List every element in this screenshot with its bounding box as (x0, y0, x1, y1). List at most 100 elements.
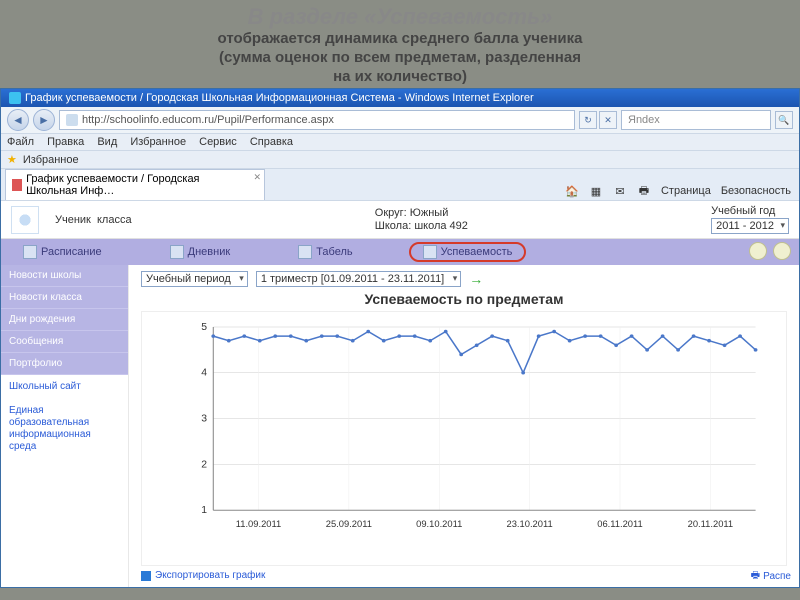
nav-diary-label: Дневник (188, 246, 231, 258)
menu-help[interactable]: Справка (250, 136, 293, 148)
window-title: График успеваемости / Городская Школьная… (25, 92, 534, 104)
sidebar-link-school-site[interactable]: Школьный сайт (1, 375, 128, 399)
page-content: Ученик класса Округ: Южный Школа: школа … (1, 201, 799, 587)
ie-icon (9, 92, 21, 104)
svg-text:11.09.2011: 11.09.2011 (236, 520, 282, 530)
tab-strip: График успеваемости / Городская Школьная… (1, 169, 799, 201)
url-tools: ↻ ✕ (579, 111, 617, 129)
menu-file[interactable]: Файл (7, 136, 34, 148)
nav-performance[interactable]: Успеваемость (409, 242, 527, 262)
sidebar-item-messages[interactable]: Сообщения (1, 331, 128, 353)
mail-icon[interactable]: ✉ (613, 184, 627, 198)
chart-title: Успеваемость по предметам (141, 291, 787, 307)
menu-bar: Файл Правка Вид Избранное Сервис Справка (1, 134, 799, 151)
class-label: класса (97, 214, 132, 226)
svg-text:25.09.2011: 25.09.2011 (326, 520, 372, 530)
year-value: 2011 - 2012 (716, 220, 774, 232)
close-tab-icon[interactable]: ✕ (253, 172, 261, 183)
favorites-star-icon[interactable]: ★ (7, 153, 17, 166)
student-label: Ученик (55, 214, 91, 226)
svg-text:4: 4 (201, 368, 207, 379)
school-logo (11, 206, 39, 234)
nav-bar: Расписание Дневник Табель Успеваемость (1, 239, 799, 265)
nav-diary[interactable]: Дневник (158, 243, 243, 261)
print-label: Распе (763, 571, 791, 582)
filter-row: Учебный период 1 триместр [01.09.2011 - … (141, 271, 787, 287)
sidebar: Новости школы Новости класса Дни рождени… (1, 265, 129, 587)
search-button[interactable]: 🔍 (775, 111, 793, 129)
slide-header: В разделе «Успеваемость» отображается ди… (0, 0, 800, 88)
school-header: Ученик класса Округ: Южный Школа: школа … (1, 201, 799, 239)
year-label: Учебный год (711, 205, 789, 217)
nav-extra-icons (749, 242, 791, 260)
school-value: школа 492 (414, 220, 468, 232)
page-icon (66, 114, 78, 126)
slide-subtitle-2: (сумма оценок по всем предметам, разделе… (10, 49, 790, 68)
favorites-label[interactable]: Избранное (23, 154, 79, 166)
menu-tools[interactable]: Сервис (199, 136, 237, 148)
sidebar-item-portfolio[interactable]: Портфолио (1, 353, 128, 375)
address-bar: ◄ ► http://schoolinfo.educom.ru/Pupil/Pe… (1, 107, 799, 134)
okrug-value: Южный (410, 207, 449, 219)
sidebar-item-class-news[interactable]: Новости класса (1, 287, 128, 309)
slide-subtitle-1: отображается динамика среднего балла уче… (10, 30, 790, 49)
print-icon: 🖶 (751, 568, 760, 585)
nav-report[interactable]: Табель (286, 243, 364, 261)
stop-button[interactable]: ✕ (599, 111, 617, 129)
feed-icon[interactable]: ▦ (589, 184, 603, 198)
schedule-icon (23, 245, 37, 259)
menu-fav[interactable]: Избранное (130, 136, 186, 148)
url-text: http://schoolinfo.educom.ru/Pupil/Perfor… (82, 114, 334, 126)
export-icon (141, 571, 151, 581)
svg-text:5: 5 (201, 322, 207, 333)
sidebar-item-birthdays[interactable]: Дни рождения (1, 309, 128, 331)
print-icon[interactable]: 🖶 (637, 184, 651, 198)
menu-edit[interactable]: Правка (47, 136, 84, 148)
svg-text:09.10.2011: 09.10.2011 (416, 520, 462, 530)
extra-icon-2[interactable] (773, 242, 791, 260)
slide-subtitle-3: на их количество) (10, 68, 790, 87)
nav-schedule-label: Расписание (41, 246, 102, 258)
forward-button[interactable]: ► (33, 109, 55, 131)
nav-schedule[interactable]: Расписание (11, 243, 114, 261)
tab-favicon (12, 179, 22, 191)
performance-icon (423, 245, 437, 259)
browser-tab[interactable]: График успеваемости / Городская Школьная… (5, 169, 265, 200)
url-field[interactable]: http://schoolinfo.educom.ru/Pupil/Perfor… (59, 110, 575, 130)
window-titlebar: График успеваемости / Городская Школьная… (1, 89, 799, 107)
svg-text:3: 3 (201, 414, 207, 425)
export-label: Экспортировать график (155, 570, 265, 581)
slide-title: В разделе «Успеваемость» (10, 4, 790, 30)
refresh-button[interactable]: ↻ (579, 111, 597, 129)
period-type-select[interactable]: Учебный период (141, 271, 248, 287)
tabstrip-tools: 🏠 ▦ ✉ 🖶 Страница Безопасность (561, 182, 795, 200)
apply-arrow-icon[interactable]: → (469, 271, 483, 287)
export-link[interactable]: Экспортировать график (141, 570, 787, 581)
search-box[interactable]: Яndex (621, 110, 771, 130)
chart-svg: 1 2 3 4 5 11.09.2011 25.09.2011 09.10.2011 23.10… (182, 322, 766, 535)
okrug-label: Округ: (375, 207, 407, 219)
print-link[interactable]: 🖶 Распе (751, 568, 791, 585)
nav-report-label: Табель (316, 246, 352, 258)
period-value-select[interactable]: 1 триместр [01.09.2011 - 23.11.2011] (256, 271, 461, 287)
toolbar-page[interactable]: Страница (661, 185, 711, 197)
main-row: Новости школы Новости класса Дни рождени… (1, 265, 799, 587)
back-button[interactable]: ◄ (7, 109, 29, 131)
year-select[interactable]: 2011 - 2012 (711, 218, 789, 234)
svg-text:1: 1 (201, 506, 207, 517)
report-icon (298, 245, 312, 259)
svg-text:06.11.2011: 06.11.2011 (597, 520, 643, 530)
extra-icon-1[interactable] (749, 242, 767, 260)
school-label: Школа: (375, 220, 412, 232)
toolbar-safety[interactable]: Безопасность (721, 185, 791, 197)
home-icon[interactable]: 🏠 (565, 184, 579, 198)
menu-view[interactable]: Вид (97, 136, 117, 148)
svg-text:2: 2 (201, 460, 207, 471)
nav-performance-label: Успеваемость (441, 246, 513, 258)
chart-area: 1 2 3 4 5 11.09.2011 25.09.2011 09.10.2011 23.10… (141, 311, 787, 566)
sidebar-item-school-news[interactable]: Новости школы (1, 265, 128, 287)
search-placeholder: Яndex (628, 114, 660, 126)
svg-text:23.10.2011: 23.10.2011 (507, 520, 553, 530)
sidebar-link-edu-env[interactable]: Единая образовательная информационная ср… (1, 399, 128, 459)
main-pane: Учебный период 1 триместр [01.09.2011 - … (129, 265, 799, 587)
